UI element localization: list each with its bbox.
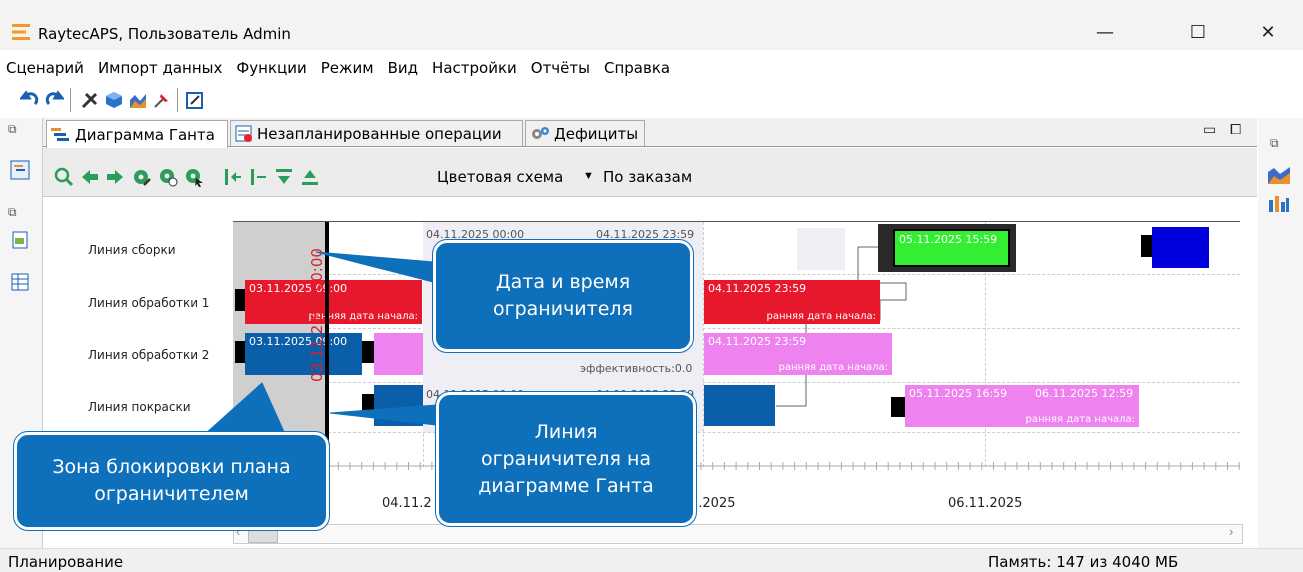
order-mode-dropdown[interactable]: По заказам xyxy=(603,168,692,186)
color-scheme-button[interactable]: Цветовая схема xyxy=(437,168,563,186)
time-axis-ticks xyxy=(233,462,1240,470)
gantt-bar-marker xyxy=(362,394,374,414)
status-text: Планирование xyxy=(8,553,124,571)
gantt-bar-processing1-red-2[interactable]: 04.11.2025 23:59 ранняя дата начала: xyxy=(704,280,880,324)
gantt-bar-marker xyxy=(362,341,374,363)
toolbar-separator xyxy=(70,88,71,112)
tools-icon[interactable] xyxy=(80,90,100,110)
row-separator xyxy=(233,274,1240,275)
callout-restrictor-line: Линия ограничителя на диаграмме Ганта xyxy=(435,391,697,527)
row-label-assembly: Линия сборки xyxy=(88,243,176,257)
tab-label: Незапланированные операции xyxy=(257,124,502,143)
gantt-bar-marker xyxy=(891,397,905,417)
close-button[interactable]: ✕ xyxy=(1245,15,1291,49)
document-icon[interactable] xyxy=(10,230,30,250)
edit-icon[interactable] xyxy=(185,90,205,110)
gear-edit-icon[interactable] xyxy=(132,167,152,187)
tab-label: Дефициты xyxy=(554,124,639,143)
menu-reports[interactable]: Отчёты xyxy=(531,59,590,77)
tab-deficits[interactable]: Дефициты xyxy=(525,120,645,146)
axis-label-day-3: 06.11.2025 xyxy=(948,496,1023,511)
row-label-processing-1: Линия обработки 1 xyxy=(88,296,210,310)
collapse-rows-icon[interactable] xyxy=(248,167,268,187)
move-down-icon[interactable] xyxy=(274,167,294,187)
expand-rows-icon[interactable] xyxy=(222,167,242,187)
gear-cursor-icon[interactable] xyxy=(184,167,204,187)
row-separator xyxy=(233,382,1240,383)
row-label-painting: Линия покраски xyxy=(88,400,191,414)
app-logo-icon xyxy=(12,24,30,40)
gantt-bar-paint-pink[interactable]: 05.11.2025 16:59 06.11.2025 12:59 ранняя… xyxy=(905,385,1139,427)
gantt-bar-processing2-blue[interactable]: 03.11.2025 09:00 xyxy=(245,333,362,375)
dock-icon[interactable]: ⧉ xyxy=(1270,136,1279,151)
redo-icon[interactable] xyxy=(44,90,64,110)
unplanned-tab-icon xyxy=(235,125,252,142)
memory-status: Память: 147 из 4040 МБ xyxy=(988,553,1179,571)
efficiency-text: эффективность:0.0 xyxy=(580,362,693,375)
gantt-bar-paint-blue[interactable] xyxy=(374,385,423,426)
axis-label-day-2: 1.2025 xyxy=(690,496,736,511)
menu-functions[interactable]: Функции xyxy=(236,59,306,77)
menu-help[interactable]: Справка xyxy=(604,59,670,77)
dropdown-arrow-icon[interactable]: ▼ xyxy=(583,170,594,182)
menu-bar: Сценарий Импорт данных Функции Режим Вид… xyxy=(0,52,1303,84)
chart-top-border xyxy=(233,221,1240,222)
tab-unplanned[interactable]: Незапланированные операции xyxy=(230,120,523,146)
gantt-bar-processing2-pink[interactable] xyxy=(374,333,423,375)
bar-chart-icon[interactable] xyxy=(1268,194,1290,212)
row-label-processing-2: Линия обработки 2 xyxy=(88,348,210,362)
row-separator xyxy=(233,328,1240,329)
dock-icon[interactable]: ⧉ xyxy=(8,122,17,137)
move-up-icon[interactable] xyxy=(300,167,320,187)
minimize-button[interactable]: — xyxy=(1082,15,1128,49)
menu-settings[interactable]: Настройки xyxy=(432,59,517,77)
callout-locked-zone: Зона блокировки плана ограничителем xyxy=(13,431,330,531)
gantt-bar-assembly-blue[interactable] xyxy=(1152,227,1209,268)
menu-mode[interactable]: Режим xyxy=(321,59,374,77)
row-separator xyxy=(233,432,1240,433)
gantt-bar-paint-blue-2[interactable] xyxy=(704,385,775,426)
area-chart-icon[interactable] xyxy=(1268,166,1290,184)
gantt-bar-assembly-green[interactable]: 05.11.2025 15:59 xyxy=(893,229,1010,267)
restrictor-datetime-label: 03.11.2025 00:00 xyxy=(308,248,326,382)
gantt-view-icon[interactable] xyxy=(10,160,30,180)
gap-block xyxy=(797,228,845,270)
tab-label: Диаграмма Ганта xyxy=(75,125,215,144)
gears-icon xyxy=(532,126,549,139)
restore-panel-icon[interactable]: ⧠ xyxy=(1230,121,1241,138)
scroll-right-icon[interactable]: › xyxy=(1229,524,1233,539)
menu-view[interactable]: Вид xyxy=(388,59,418,77)
tab-gantt[interactable]: Диаграмма Ганта xyxy=(46,120,228,148)
window-title: RaytecAPS, Пользователь Admin xyxy=(38,25,291,43)
gantt-bar-processing2-pink-2[interactable]: 04.11.2025 23:59 ранняя дата начала: xyxy=(704,333,892,375)
search-icon[interactable] xyxy=(54,167,74,187)
callout-restrictor-datetime: Дата и время ограничителя xyxy=(432,239,694,353)
arrow-right-icon[interactable] xyxy=(105,167,125,187)
gantt-bar-processing1-red[interactable]: 03.11.2025 09:00 ранняя дата начала: xyxy=(245,280,422,324)
arrow-left-icon[interactable] xyxy=(80,167,100,187)
toolbar-separator xyxy=(177,88,178,112)
pin-icon[interactable] xyxy=(152,90,172,110)
menu-import[interactable]: Импорт данных xyxy=(98,59,222,77)
gantt-tab-icon xyxy=(51,127,69,141)
menu-scenario[interactable]: Сценарий xyxy=(6,59,84,77)
cube-icon[interactable] xyxy=(104,90,124,110)
horizontal-scrollbar[interactable] xyxy=(233,524,1243,544)
axis-label-day-1: 04.11.2 xyxy=(382,496,432,511)
minimize-panel-icon[interactable]: ▭ xyxy=(1203,121,1216,138)
dock-icon[interactable]: ⧉ xyxy=(8,205,17,220)
maximize-button[interactable]: ☐ xyxy=(1175,15,1221,49)
chart-icon[interactable] xyxy=(128,90,148,110)
undo-icon[interactable] xyxy=(20,90,40,110)
gear-clock-icon[interactable] xyxy=(158,167,178,187)
table-icon[interactable] xyxy=(10,272,30,292)
